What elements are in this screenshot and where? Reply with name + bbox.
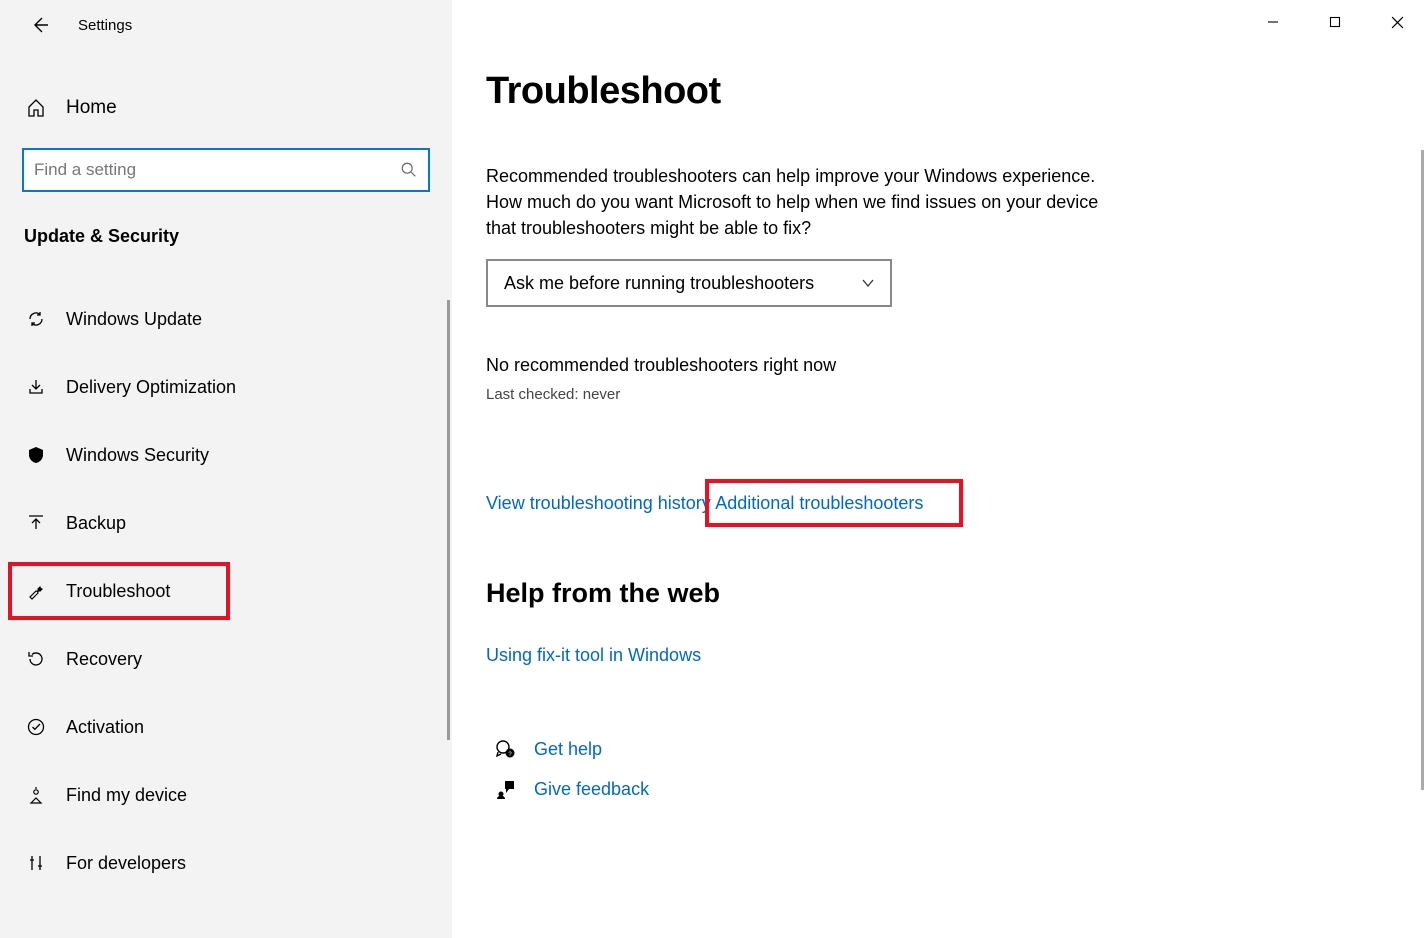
sliders-icon [24, 853, 48, 873]
header-row: Settings [0, 0, 452, 50]
window-controls [1242, 0, 1428, 44]
feedback-icon [486, 778, 526, 800]
sidebar-item-windows-security[interactable]: Windows Security [0, 421, 452, 489]
page-title: Troubleshoot [486, 70, 1388, 113]
minimize-button[interactable] [1242, 0, 1304, 44]
wrench-icon [24, 581, 48, 601]
sidebar-item-backup[interactable]: Backup [0, 489, 452, 557]
page-description: Recommended troubleshooters can help imp… [486, 163, 1106, 241]
back-button[interactable] [20, 5, 60, 45]
sidebar-item-for-developers[interactable]: For developers [0, 829, 452, 897]
help-chat-icon: ? [486, 738, 526, 760]
sidebar-item-label: Windows Update [66, 309, 202, 330]
back-arrow-icon [30, 15, 50, 35]
sidebar-item-label: Backup [66, 513, 126, 534]
sidebar-item-label: Activation [66, 717, 144, 738]
footer-row-gethelp: ? Get help [486, 738, 1388, 760]
link-fixit[interactable]: Using fix-it tool in Windows [486, 645, 701, 666]
main-scrollbar[interactable] [1421, 150, 1424, 790]
sidebar-item-troubleshoot[interactable]: Troubleshoot [0, 557, 452, 625]
main-panel: Troubleshoot Recommended troubleshooters… [452, 0, 1428, 938]
shield-icon [24, 445, 48, 465]
help-heading: Help from the web [486, 578, 1388, 609]
recovery-icon [24, 649, 48, 669]
sidebar-item-label: Delivery Optimization [66, 377, 236, 398]
sidebar-item-label: Recovery [66, 649, 142, 670]
sidebar-item-label: Find my device [66, 785, 187, 806]
backup-icon [24, 513, 48, 533]
status-sub-text: Last checked: never [486, 386, 1388, 403]
home-icon [24, 98, 48, 118]
sidebar-section-title: Update & Security [24, 226, 452, 247]
sidebar-item-delivery-optimization[interactable]: Delivery Optimization [0, 353, 452, 421]
chevron-down-icon [860, 275, 876, 291]
sidebar-item-label: Troubleshoot [66, 581, 170, 602]
location-icon [24, 785, 48, 805]
maximize-button[interactable] [1304, 0, 1366, 44]
sidebar-item-recovery[interactable]: Recovery [0, 625, 452, 693]
check-circle-icon [24, 717, 48, 737]
sidebar-item-home[interactable]: Home [0, 78, 452, 138]
search-wrap [22, 148, 430, 192]
refresh-icon [24, 309, 48, 329]
sidebar-item-find-my-device[interactable]: Find my device [0, 761, 452, 829]
sidebar-scrollbar[interactable] [447, 300, 450, 740]
troubleshooter-mode-dropdown[interactable]: Ask me before running troubleshooters [486, 259, 892, 307]
sidebar-item-windows-update[interactable]: Windows Update [0, 285, 452, 353]
close-button[interactable] [1366, 0, 1428, 44]
nav-list: Windows Update Delivery Optimization Win… [0, 285, 452, 897]
download-icon [24, 377, 48, 397]
app-title: Settings [78, 17, 132, 34]
search-input[interactable] [34, 160, 400, 180]
footer-row-feedback: Give feedback [486, 778, 1388, 800]
dropdown-value: Ask me before running troubleshooters [504, 273, 814, 294]
link-history[interactable]: View troubleshooting history [486, 493, 711, 514]
sidebar-item-activation[interactable]: Activation [0, 693, 452, 761]
search-icon [400, 161, 418, 179]
search-box[interactable] [22, 148, 430, 192]
sidebar-item-label: Windows Security [66, 445, 209, 466]
link-additional-troubleshooters[interactable]: Additional troubleshooters [715, 493, 923, 514]
link-get-help[interactable]: Get help [534, 739, 602, 760]
status-text: No recommended troubleshooters right now [486, 355, 1388, 376]
sidebar-item-label: For developers [66, 853, 186, 874]
footer-links: ? Get help Give feedback [486, 738, 1388, 800]
link-give-feedback[interactable]: Give feedback [534, 779, 649, 800]
sidebar: Settings Home Update & Security Windows … [0, 0, 452, 938]
home-label: Home [66, 97, 117, 119]
